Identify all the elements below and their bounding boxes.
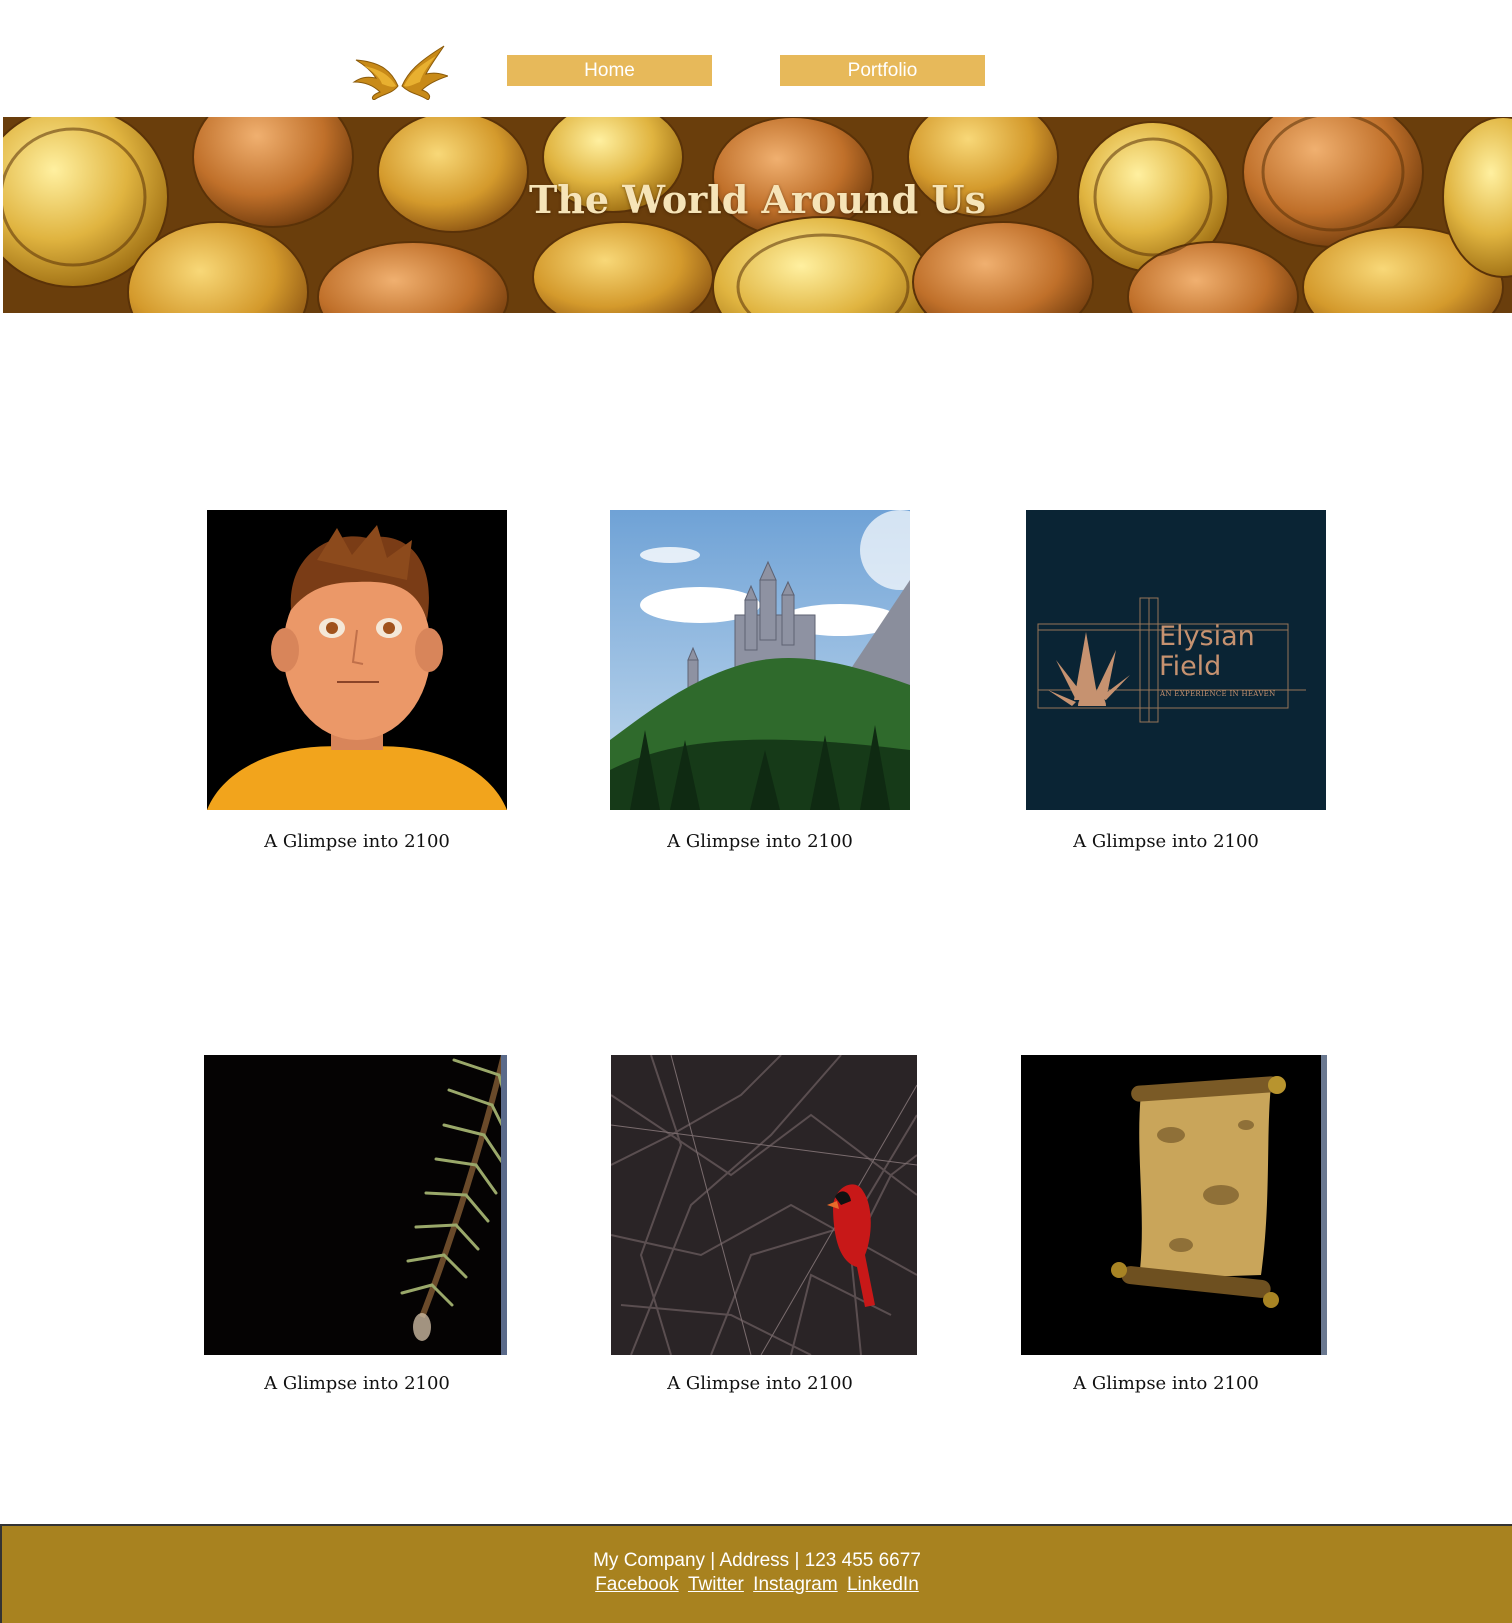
pine-branch-image[interactable] (204, 1055, 507, 1355)
site-header: Home Portfolio (0, 0, 1512, 117)
gallery-caption: A Glimpse into 2100 (264, 831, 450, 852)
hero-title: The World Around Us (529, 177, 986, 222)
castle-painting-image[interactable] (610, 510, 910, 810)
twitter-link[interactable]: Twitter (688, 1574, 744, 1595)
field-word: Field (1159, 651, 1222, 682)
gallery-caption: A Glimpse into 2100 (264, 1373, 450, 1394)
gallery-caption: A Glimpse into 2100 (667, 1373, 853, 1394)
wings-logo-icon[interactable] (352, 42, 450, 101)
cardinal-image[interactable] (611, 1055, 917, 1355)
facebook-link[interactable]: Facebook (595, 1574, 678, 1595)
nav-portfolio-button[interactable]: Portfolio (780, 55, 985, 86)
boy-portrait-image[interactable] (207, 510, 507, 810)
gallery-caption: A Glimpse into 2100 (1073, 831, 1259, 852)
footer-company-info: My Company | Address | 123 455 6677 (593, 1550, 921, 1571)
elysian-word: Elysian (1159, 621, 1255, 652)
footer-social-links: Facebook Twitter Instagram LinkedIn (2, 1574, 1512, 1596)
instagram-link[interactable]: Instagram (753, 1574, 837, 1595)
gallery-caption: A Glimpse into 2100 (667, 831, 853, 852)
hero-banner: The World Around Us (3, 117, 1512, 313)
gallery-caption: A Glimpse into 2100 (1073, 1373, 1259, 1394)
linkedin-link[interactable]: LinkedIn (847, 1574, 919, 1595)
elysian-tagline: AN EXPERIENCE IN HEAVEN (1160, 690, 1276, 698)
elysian-field-image[interactable]: Elysian Field AN EXPERIENCE IN HEAVEN (1026, 510, 1326, 810)
nav-home-button[interactable]: Home (507, 55, 712, 86)
scroll-image[interactable] (1021, 1055, 1327, 1355)
site-footer: My Company | Address | 123 455 6677 Face… (0, 1524, 1512, 1623)
